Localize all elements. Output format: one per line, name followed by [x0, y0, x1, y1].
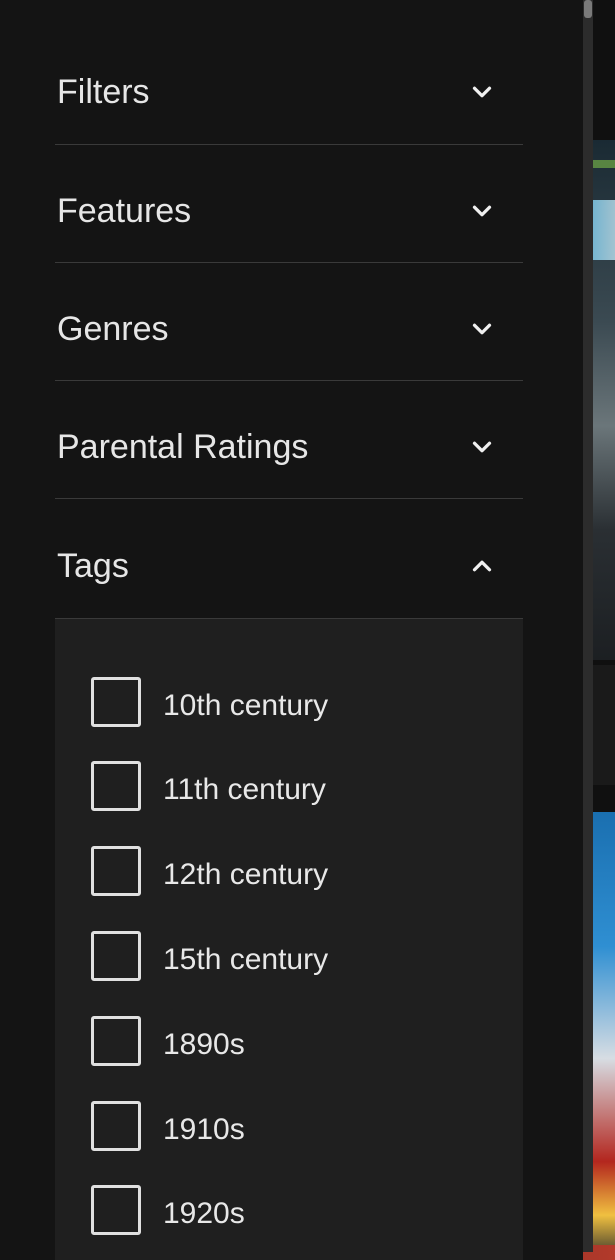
chevron-down-icon[interactable] [467, 77, 497, 107]
checkbox[interactable] [91, 677, 141, 727]
accordion-header-genres[interactable]: Genres [55, 263, 523, 381]
accordion-parental-ratings: Parental Ratings [55, 381, 523, 499]
checkbox[interactable] [91, 931, 141, 981]
chevron-down-icon[interactable] [467, 196, 497, 226]
accordion-title: Tags [57, 547, 129, 585]
accordion-filters: Filters [55, 0, 523, 145]
chevron-up-icon[interactable] [467, 551, 497, 581]
checkbox[interactable] [91, 1101, 141, 1151]
filter-drawer: Filters Features Genres Parental Ratings… [0, 0, 583, 1260]
tag-label: 1920s [163, 1197, 245, 1230]
accordion-header-parental-ratings[interactable]: Parental Ratings [55, 381, 523, 499]
tags-list: 10th century 11th century 12th century 1… [55, 619, 523, 1260]
checkbox[interactable] [91, 1016, 141, 1066]
accordion-header-filters[interactable]: Filters [55, 0, 523, 145]
checkbox[interactable] [91, 761, 141, 811]
chevron-down-icon[interactable] [467, 314, 497, 344]
scrollbar[interactable] [583, 0, 593, 1252]
tag-checkbox-item[interactable]: 11th century [91, 761, 511, 817]
checkbox[interactable] [91, 846, 141, 896]
accordion-title: Genres [57, 310, 169, 348]
tag-label: 1890s [163, 1028, 245, 1061]
accordion-features: Features [55, 145, 523, 263]
accordion-title: Filters [57, 73, 150, 111]
accordion-header-tags[interactable]: Tags [55, 499, 523, 619]
accordion-title: Parental Ratings [57, 428, 309, 466]
accordion-header-features[interactable]: Features [55, 145, 523, 263]
tag-label: 11th century [163, 773, 326, 806]
scrollbar-thumb[interactable] [584, 0, 592, 18]
tag-checkbox-item[interactable]: 1920s [91, 1185, 511, 1241]
tag-checkbox-item[interactable]: 1910s [91, 1101, 511, 1157]
checkbox[interactable] [91, 1185, 141, 1235]
tag-label: 1910s [163, 1113, 245, 1146]
accordion-title: Features [57, 192, 192, 230]
accordion-genres: Genres [55, 263, 523, 381]
tag-checkbox-item[interactable]: 15th century [91, 931, 511, 987]
chevron-down-icon[interactable] [467, 432, 497, 462]
tag-label: 12th century [163, 858, 329, 891]
tag-checkbox-item[interactable]: 10th century [91, 677, 511, 733]
tag-checkbox-item[interactable]: 1890s [91, 1016, 511, 1072]
tag-checkbox-item[interactable]: 12th century [91, 846, 511, 902]
tag-label: 15th century [163, 943, 329, 976]
tag-label: 10th century [163, 689, 329, 722]
app-stage: Filters Features Genres Parental Ratings… [0, 0, 615, 1260]
accordion-tags: Tags [55, 499, 523, 619]
